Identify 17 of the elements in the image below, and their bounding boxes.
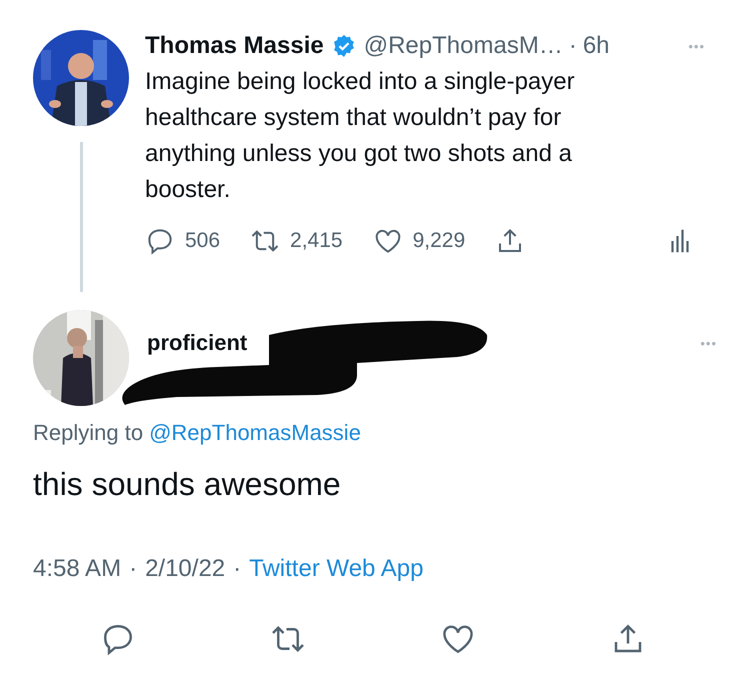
action-count: 2,415 bbox=[290, 229, 343, 253]
action-count: 9,229 bbox=[412, 229, 466, 253]
author-name[interactable]: proficient bbox=[147, 330, 248, 355]
source-link[interactable]: Twitter Web App bbox=[249, 555, 424, 583]
tweet-time[interactable]: 6h bbox=[582, 32, 610, 60]
separator: · bbox=[568, 32, 577, 60]
author-handle[interactable]: @RepThomasM… bbox=[364, 32, 563, 60]
author-name[interactable]: Thomas Massie bbox=[145, 32, 324, 60]
action-count: 506 bbox=[185, 229, 220, 253]
reply-text: this sounds awesome bbox=[33, 466, 342, 503]
separator: · bbox=[233, 555, 242, 583]
separator: · bbox=[129, 555, 138, 583]
mention-link[interactable]: @RepThomasMassie bbox=[149, 420, 361, 446]
reply-time: 4:58 AM bbox=[33, 555, 122, 583]
tweet-text: Imagine being locked into a single-payer healthcare system that wouldn’t pay for anything unless you got two shots and a booster. bbox=[145, 67, 576, 205]
reply-date: 2/10/22 bbox=[145, 555, 226, 583]
replying-label: Replying to bbox=[33, 420, 144, 446]
